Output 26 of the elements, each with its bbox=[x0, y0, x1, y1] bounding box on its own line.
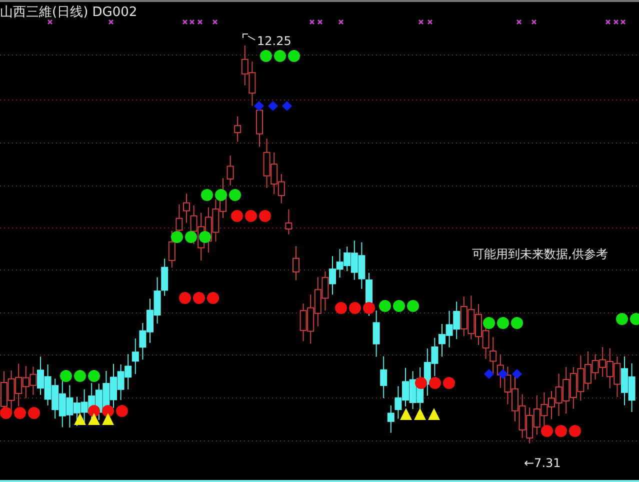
signal-dots-drawing bbox=[415, 377, 455, 389]
signal-dots-drawing bbox=[88, 405, 128, 417]
candlestick bbox=[234, 116, 242, 142]
diamond-markers-drawing bbox=[484, 369, 522, 379]
signal-dots-drawing bbox=[483, 317, 523, 329]
notice-text: 可能用到未来数据,供参考 bbox=[472, 247, 608, 261]
signal-dots-drawing bbox=[179, 292, 219, 304]
signal-dots-drawing bbox=[0, 407, 40, 419]
signal-dots-drawing bbox=[541, 425, 581, 437]
signal-dots-drawing bbox=[201, 189, 241, 201]
candlestick bbox=[285, 208, 292, 235]
triangle-markers-drawing bbox=[400, 408, 440, 420]
diamond-markers-drawing bbox=[254, 101, 292, 111]
low-price-label: ←7.31 bbox=[524, 456, 561, 470]
pointer-icon bbox=[242, 34, 256, 40]
signal-dots-drawing bbox=[379, 300, 419, 312]
signal-dots-drawing bbox=[335, 302, 375, 314]
signal-dots-drawing bbox=[171, 231, 211, 243]
signal-dots-drawing bbox=[231, 210, 271, 222]
signal-dots-drawing bbox=[260, 50, 300, 62]
candlestick bbox=[292, 246, 300, 281]
signal-dots-drawing bbox=[60, 370, 100, 382]
high-price-label: 12.25 bbox=[257, 34, 292, 48]
chart-title: 山西三維(日线) DG002 bbox=[0, 5, 138, 20]
signal-dots-drawing bbox=[616, 313, 639, 325]
triangle-markers-drawing bbox=[74, 413, 114, 425]
